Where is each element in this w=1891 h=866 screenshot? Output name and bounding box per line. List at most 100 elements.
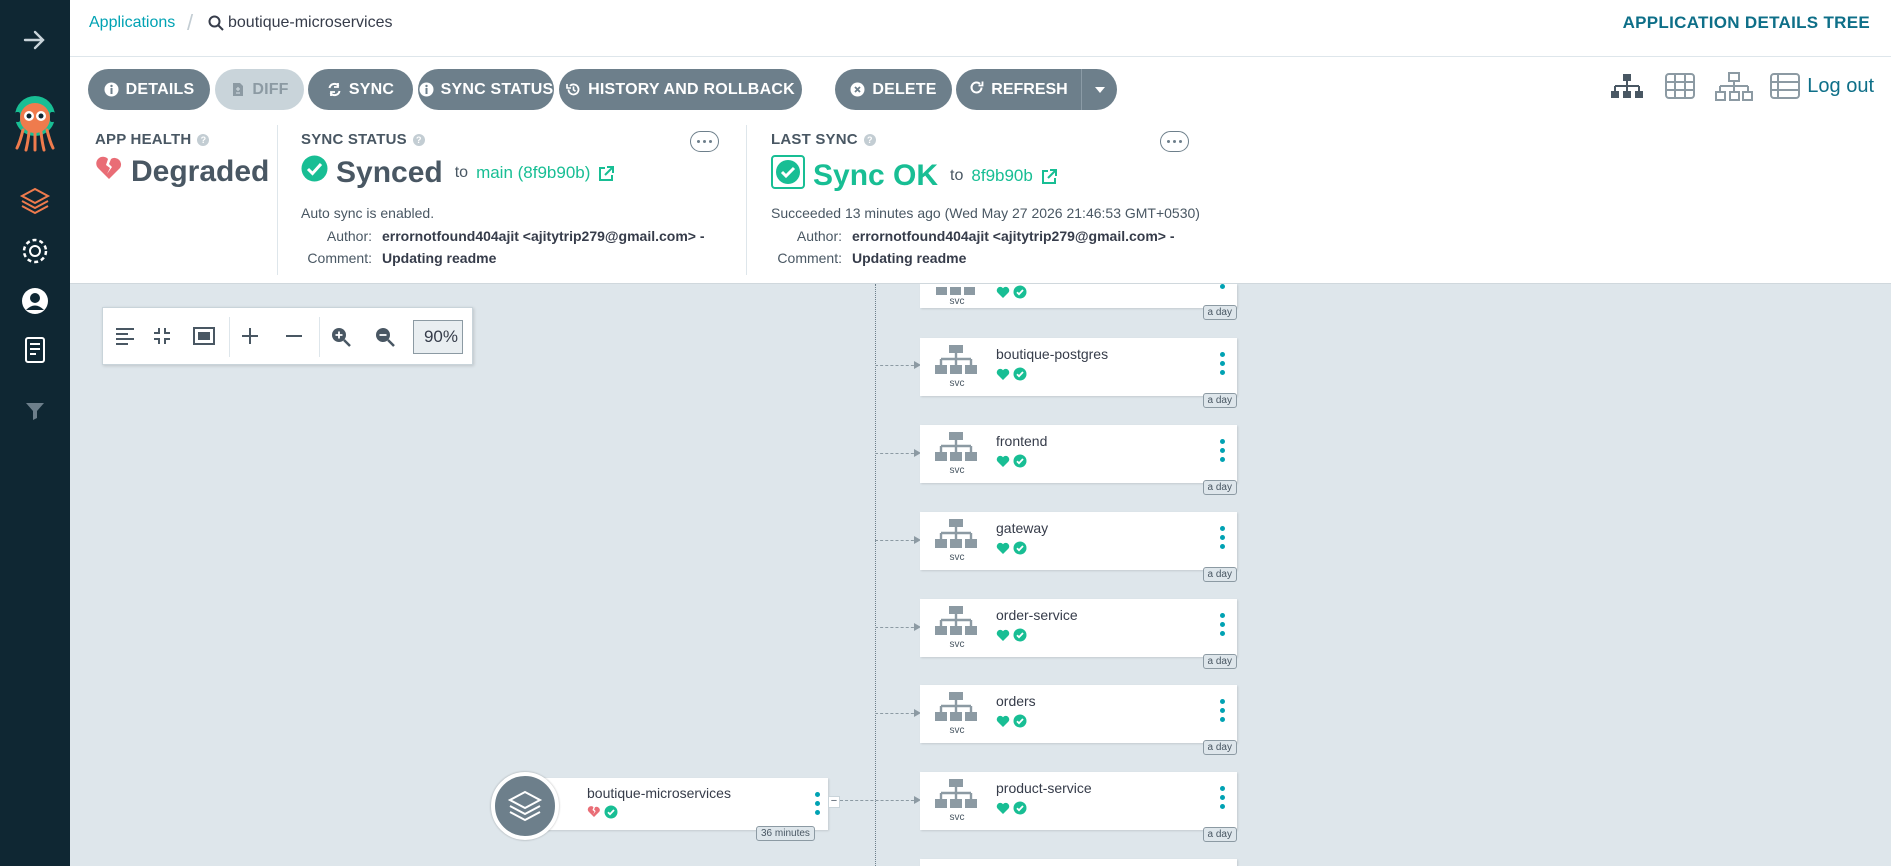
resource-age: a day xyxy=(1202,393,1237,408)
node-menu-button[interactable] xyxy=(1219,439,1225,462)
last-sync-value: Sync OK to 8f9b90b xyxy=(771,155,1058,197)
application-root-node[interactable]: boutique-microservices 36 minutes xyxy=(491,772,828,841)
node-menu-button[interactable] xyxy=(1219,526,1225,549)
node-menu-button[interactable] xyxy=(1219,699,1225,722)
breadcrumb-applications-link[interactable]: Applications xyxy=(89,14,175,32)
minus-icon[interactable] xyxy=(285,327,303,350)
node-menu-button[interactable] xyxy=(1219,613,1225,636)
resource-node[interactable]: svc product-service a day xyxy=(920,772,1237,842)
external-link-icon[interactable] xyxy=(1041,159,1058,193)
node-menu-button[interactable] xyxy=(1219,284,1225,289)
healthy-heart-icon xyxy=(996,715,1010,733)
divider xyxy=(277,125,278,275)
last-sync-section-label: LAST SYNC ? xyxy=(771,131,876,148)
resource-age: a day xyxy=(1202,654,1237,669)
resource-name: order-service xyxy=(996,607,1078,623)
resource-node[interactable]: svc gateway a day xyxy=(920,512,1237,582)
zoom-in-icon[interactable] xyxy=(331,327,351,352)
help-icon[interactable]: ? xyxy=(863,133,876,146)
file-diff-icon xyxy=(230,82,245,97)
resource-node-partial[interactable] xyxy=(920,859,1237,866)
sync-status-text: Synced xyxy=(336,155,443,189)
logout-link[interactable]: Log out xyxy=(1807,75,1874,98)
healthy-heart-icon xyxy=(996,368,1010,386)
info-icon xyxy=(419,82,434,97)
comment-value: Updating readme xyxy=(382,250,497,266)
resource-node[interactable]: svc a day xyxy=(920,284,1237,320)
status-badges xyxy=(996,454,1027,473)
delete-button[interactable]: DELETE xyxy=(835,69,952,110)
resource-kind: svc xyxy=(949,639,965,650)
breadcrumb-separator: / xyxy=(187,10,194,35)
last-sync-comment-row: Comment: Updating readme xyxy=(760,250,966,266)
settings-nav-icon[interactable] xyxy=(0,236,70,266)
last-sync-more-button[interactable] xyxy=(1160,131,1189,152)
sync-comment-row: Comment: Updating readme xyxy=(290,250,496,266)
expand-sidebar-icon[interactable] xyxy=(0,30,70,50)
pods-view-icon[interactable] xyxy=(1665,72,1695,105)
graph-zoom-toolbar: 90% xyxy=(102,307,473,365)
status-badges xyxy=(996,367,1027,386)
documentation-nav-icon[interactable] xyxy=(0,336,70,364)
list-view-icon[interactable] xyxy=(1770,72,1800,105)
refresh-button[interactable]: REFRESH xyxy=(956,69,1082,110)
zoom-level-input[interactable]: 90% xyxy=(413,320,463,354)
fit-to-screen-icon[interactable] xyxy=(193,327,215,350)
healthy-heart-icon xyxy=(996,286,1010,304)
align-left-icon[interactable] xyxy=(115,327,135,350)
details-button[interactable]: DETAILS xyxy=(88,69,210,110)
healthy-heart-icon xyxy=(996,455,1010,473)
argo-logo[interactable] xyxy=(0,94,70,154)
applications-nav-icon[interactable] xyxy=(0,186,70,216)
sync-icon xyxy=(327,82,342,97)
external-link-icon[interactable] xyxy=(598,156,615,190)
info-icon xyxy=(104,82,119,97)
check-square-icon xyxy=(771,155,805,197)
last-sync-succeeded-text: Succeeded 13 minutes ago (Wed May 27 202… xyxy=(771,205,1200,221)
diff-button[interactable]: DIFF xyxy=(215,69,304,110)
resource-kind: svc xyxy=(949,465,965,476)
resource-name: boutique-postgres xyxy=(996,346,1109,362)
tree-connector xyxy=(875,536,921,544)
synced-check-icon xyxy=(1013,367,1027,386)
last-sync-revision-link[interactable]: 8f9b90b xyxy=(971,166,1032,186)
refresh-button-group: REFRESH xyxy=(956,69,1117,110)
resource-kind: svc xyxy=(949,378,965,389)
zoom-out-icon[interactable] xyxy=(375,327,395,352)
app-health-text: Degraded xyxy=(131,155,270,188)
healthy-heart-icon xyxy=(996,802,1010,820)
resource-tree-canvas[interactable]: svc a day svc boutique-postgres a day sv… xyxy=(70,284,1891,866)
filter-nav-icon[interactable] xyxy=(0,402,70,420)
plus-icon[interactable] xyxy=(241,327,259,350)
resource-node[interactable]: svc frontend a day xyxy=(920,425,1237,495)
node-menu-button[interactable] xyxy=(1219,352,1225,375)
help-icon[interactable]: ? xyxy=(197,133,210,146)
node-menu-button[interactable] xyxy=(1219,786,1225,809)
collapse-children-button[interactable]: − xyxy=(828,796,840,808)
user-info-nav-icon[interactable] xyxy=(0,287,70,315)
sync-to-label: to xyxy=(454,163,469,181)
breadcrumb-current-app[interactable]: boutique-microservices xyxy=(228,14,393,32)
tree-view-icon[interactable] xyxy=(1610,72,1644,107)
network-view-icon[interactable] xyxy=(1715,72,1753,107)
resource-node[interactable]: svc order-service a day xyxy=(920,599,1237,669)
help-icon[interactable]: ? xyxy=(412,133,425,146)
tree-connector xyxy=(875,709,921,717)
author-value: errornotfound404ajit <ajitytrip279@gmail… xyxy=(852,228,1175,244)
resource-age: a day xyxy=(1202,567,1237,582)
application-node-age: 36 minutes xyxy=(756,826,815,841)
resource-node[interactable]: svc orders a day xyxy=(920,685,1237,755)
tree-connector xyxy=(875,623,921,631)
sync-button[interactable]: SYNC xyxy=(308,69,413,110)
sync-status-more-button[interactable] xyxy=(690,131,719,152)
refresh-options-dropdown[interactable] xyxy=(1082,69,1117,110)
node-menu-button[interactable] xyxy=(815,792,820,815)
status-badges xyxy=(996,628,1027,647)
history-and-rollback-button[interactable]: HISTORY AND ROLLBACK xyxy=(559,69,802,110)
resource-node[interactable]: svc boutique-postgres a day xyxy=(920,338,1237,408)
tree-connector xyxy=(840,796,921,804)
compress-icon[interactable] xyxy=(153,327,171,350)
sync-status-button[interactable]: SYNC STATUS xyxy=(418,69,554,110)
resource-name: orders xyxy=(996,693,1036,709)
sync-revision-link[interactable]: main (8f9b90b) xyxy=(476,163,590,183)
